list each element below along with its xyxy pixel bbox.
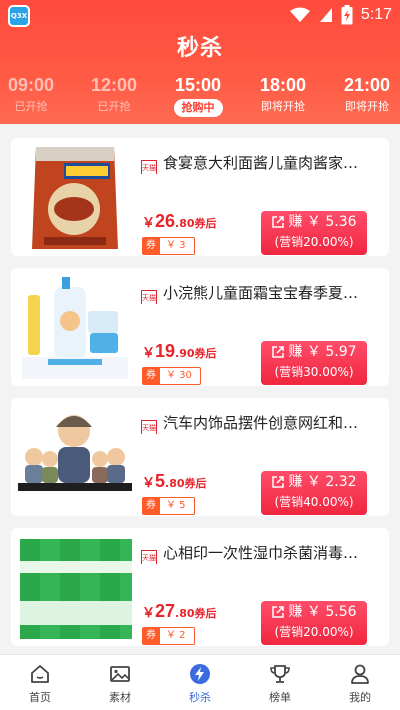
tab-label: 首页 [29, 691, 51, 704]
earn-share-button[interactable]: 赚 ￥ 5.56 (营销20.00%) [261, 601, 367, 645]
user-icon [351, 664, 369, 684]
flash-icon [190, 664, 210, 684]
earn-share-button[interactable]: 赚 ￥ 5.97 (营销30.00%) [261, 341, 367, 385]
share-icon [272, 346, 285, 358]
tmall-badge-icon: 天猫 [141, 160, 157, 174]
slot-status: 已开抢 [97, 100, 131, 113]
product-image-sauce[interactable] [14, 141, 136, 253]
home-icon [31, 665, 49, 683]
coupon-tag: 券 ￥ 30 [142, 367, 201, 385]
product-title[interactable]: 天猫 食宴意大利面酱儿童肉酱家… [141, 152, 381, 174]
app-notification-icon: Q3X [8, 5, 30, 27]
product-price: ￥27.80券后 [142, 601, 217, 621]
tab-label: 榜单 [269, 691, 291, 704]
product-price: ￥19.90券后 [142, 341, 217, 361]
status-bar: Q3X 5:17 [0, 0, 400, 30]
image-icon [110, 666, 130, 682]
time-slot-1800[interactable]: 18:00 即将开抢 [243, 74, 323, 116]
coupon-tag: 券 ￥ 3 [142, 237, 195, 255]
slot-status-badge: 抢购中 [173, 99, 223, 117]
earn-share-button[interactable]: 赚 ￥ 5.36 (营销20.00%) [261, 211, 367, 255]
tab-label: 我的 [349, 691, 371, 704]
slot-status: 已开抢 [14, 100, 48, 113]
tab-materials[interactable]: 素材 [80, 655, 160, 710]
tab-flash-sale[interactable]: 秒杀 [160, 655, 240, 710]
header: Q3X 5:17 秒杀 09:00 已开抢 12:00 已开抢 15:00 抢购… [0, 0, 400, 124]
tab-label: 素材 [109, 691, 131, 704]
product-title[interactable]: 天猫 心相印一次性湿巾杀菌消毒… [141, 542, 381, 564]
trophy-icon [270, 665, 290, 683]
signal-icon [319, 8, 332, 22]
product-image-figurines[interactable] [14, 401, 136, 513]
slot-time: 15:00 [174, 75, 222, 95]
slot-time: 18:00 [259, 75, 307, 95]
product-image-wipes[interactable] [14, 531, 136, 643]
product-price: ￥26.80券后 [142, 211, 217, 231]
product-card[interactable]: 天猫 小浣熊儿童面霜宝宝春季夏… ￥19.90券后 券 ￥ 30 赚 ￥ 5.97 … [11, 268, 389, 386]
product-card[interactable]: 天猫 心相印一次性湿巾杀菌消毒… ￥27.80券后 券 ￥ 2 赚 ￥ 5.56 (… [11, 528, 389, 646]
time-slot-2100[interactable]: 21:00 即将开抢 [327, 74, 400, 116]
share-icon [272, 476, 285, 488]
tmall-badge-icon: 天猫 [141, 290, 157, 304]
page-title: 秒杀 [176, 36, 223, 61]
share-icon [272, 606, 285, 618]
slot-time: 09:00 [7, 75, 55, 95]
time-slot-1200[interactable]: 12:00 已开抢 [74, 74, 154, 116]
bottom-tab-bar: 首页 素材 秒杀 榜单 我的 [0, 654, 400, 710]
product-price: ￥5.80券后 [142, 471, 207, 491]
slot-status: 即将开抢 [345, 100, 389, 113]
product-list[interactable]: 天猫 食宴意大利面酱儿童肉酱家… ￥26.80券后 券 ￥ 3 赚 ￥ 5.36 (… [0, 124, 400, 654]
product-card[interactable]: 天猫 汽车内饰品摆件创意网红和… ￥5.80券后 券 ￥ 5 赚 ￥ 2.32 (营… [11, 398, 389, 516]
earn-share-button[interactable]: 赚 ￥ 2.32 (营销40.00%) [261, 471, 367, 515]
product-card[interactable]: 天猫 食宴意大利面酱儿童肉酱家… ￥26.80券后 券 ￥ 3 赚 ￥ 5.36 (… [11, 138, 389, 256]
slot-status: 即将开抢 [261, 100, 305, 113]
product-title[interactable]: 天猫 小浣熊儿童面霜宝宝春季夏… [141, 282, 381, 304]
coupon-tag: 券 ￥ 2 [142, 627, 195, 645]
clock: 5:17 [360, 6, 392, 23]
time-slot-bar: 09:00 已开抢 12:00 已开抢 15:00 抢购中 18:00 即将开抢… [0, 74, 400, 120]
slot-time: 12:00 [90, 75, 138, 95]
wifi-icon [289, 7, 310, 22]
share-icon [272, 216, 285, 228]
tab-ranking[interactable]: 榜单 [240, 655, 320, 710]
tmall-badge-icon: 天猫 [141, 550, 157, 564]
slot-time: 21:00 [343, 75, 391, 95]
tab-home[interactable]: 首页 [0, 655, 80, 710]
tmall-badge-icon: 天猫 [141, 420, 157, 434]
product-title[interactable]: 天猫 汽车内饰品摆件创意网红和… [141, 412, 381, 434]
time-slot-1500[interactable]: 15:00 抢购中 [158, 74, 238, 117]
tab-mine[interactable]: 我的 [320, 655, 400, 710]
coupon-tag: 券 ￥ 5 [142, 497, 195, 515]
time-slot-0900[interactable]: 09:00 已开抢 [0, 74, 71, 116]
tab-label: 秒杀 [189, 691, 211, 704]
product-image-cream[interactable] [14, 271, 136, 383]
battery-charging-icon [341, 5, 353, 25]
